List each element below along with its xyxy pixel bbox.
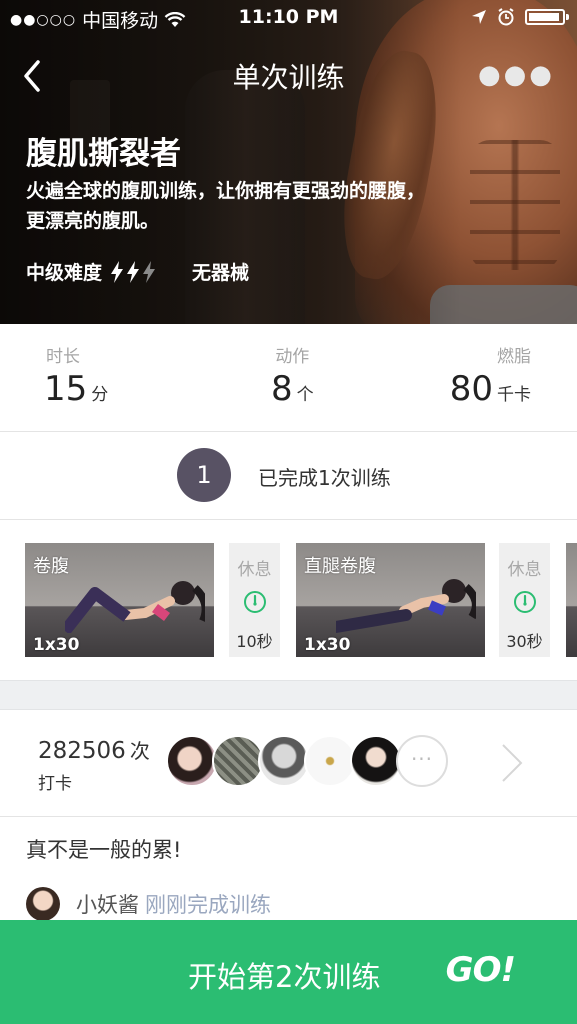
rest-label: 休息	[507, 560, 542, 580]
workout-meta: 中级难度 无器械	[26, 258, 249, 285]
feed-quote: 真不是一般的累!	[26, 838, 182, 862]
rest-time: 10秒	[236, 632, 273, 651]
lightning-bolt-icon	[111, 260, 124, 283]
battery-level	[529, 13, 560, 21]
rest-card: 休息 10秒	[229, 543, 280, 657]
stat-moves-value: 8个	[271, 369, 314, 409]
rest-time: 30秒	[506, 632, 543, 651]
exercise-reps: 1x30	[33, 635, 80, 655]
avatar[interactable]	[166, 735, 218, 787]
section-divider	[0, 680, 577, 710]
chevron-right-icon	[502, 744, 523, 782]
exercise-card-partial[interactable]	[566, 543, 577, 657]
status-right	[471, 8, 569, 26]
location-arrow-icon	[472, 10, 486, 24]
start-training-button[interactable]: 开始第2次训练 GO!	[0, 920, 577, 1024]
difficulty-bolts	[110, 260, 156, 283]
feed-user-name[interactable]: 小妖酱	[76, 889, 139, 919]
checkin-count-value: 282506	[38, 738, 126, 764]
exercise-list[interactable]: 卷腹 1x30 休息 10秒 直腿卷腹 1x30 休息 30秒	[0, 520, 577, 680]
calories-value: 80	[449, 369, 493, 409]
calories-unit: 千卡	[497, 385, 531, 405]
duration-unit: 分	[91, 385, 109, 405]
stat-moves-label: 动作	[275, 347, 310, 367]
more-avatars-button[interactable]: ···	[396, 735, 448, 787]
exercise-person-image	[65, 581, 205, 633]
completion-row: 1 已完成1次训练	[0, 432, 577, 520]
exercise-card[interactable]: 直腿卷腹 1x30	[296, 543, 485, 657]
exercise-card[interactable]: 卷腹 1x30	[25, 543, 214, 657]
go-label: GO!	[445, 950, 516, 990]
difficulty-label: 中级难度	[26, 262, 103, 284]
workout-description: 火遍全球的腹肌训练，让你拥有更强劲的腰腹，更漂亮的腹肌。	[26, 180, 426, 232]
avatar[interactable]	[304, 735, 356, 787]
lightning-bolt-icon	[143, 260, 156, 283]
completion-count-badge: 1	[177, 448, 231, 502]
completion-text: 已完成1次训练	[258, 466, 391, 490]
exercise-reps: 1x30	[304, 635, 351, 655]
checkin-count: 282506 次	[38, 735, 150, 764]
stat-duration: 时长 15 分	[44, 342, 108, 409]
stat-calories-label: 燃脂	[497, 347, 531, 367]
feed-user-action: 刚刚完成训练	[145, 893, 271, 917]
moves-unit: 个	[296, 385, 314, 405]
moves-value: 8	[271, 369, 293, 409]
feed-user-row[interactable]: 小妖酱 刚刚完成训练	[26, 886, 271, 922]
more-dots-icon[interactable]: ●●●	[478, 60, 555, 90]
timer-icon	[513, 591, 536, 613]
workout-stats: 时长 15 分 动作 8个 燃脂 80 千卡	[0, 324, 577, 432]
avatar[interactable]	[212, 735, 264, 787]
checkin-label: 打卡	[38, 774, 72, 794]
stat-duration-label: 时长	[46, 347, 80, 367]
lightning-bolt-icon	[127, 260, 140, 283]
stat-calories-value: 80 千卡	[450, 369, 531, 409]
timer-icon	[243, 591, 266, 613]
start-training-label: 开始第2次训练	[188, 960, 381, 994]
avatar[interactable]	[258, 735, 310, 787]
avatar[interactable]	[350, 735, 402, 787]
nav-bar: 单次训练 ●●●	[0, 52, 577, 96]
exercise-name: 直腿卷腹	[304, 556, 376, 577]
exercise-name: 卷腹	[33, 556, 69, 577]
workout-name: 腹肌撕裂者	[26, 136, 181, 172]
status-bar: ●●○○○ 中国移动 11:10 PM	[0, 0, 577, 36]
alarm-icon	[498, 8, 514, 26]
rest-label: 休息	[237, 560, 272, 580]
exercise-person-image	[336, 579, 476, 633]
duration-value: 15	[44, 369, 88, 409]
equipment-label: 无器械	[192, 262, 250, 284]
hero-banner: ●●○○○ 中国移动 11:10 PM 单次训练 ●●● 腹肌撕裂者 火遍全球的…	[0, 0, 577, 324]
stat-duration-value: 15 分	[44, 369, 108, 409]
checkin-avatars[interactable]: ···	[166, 735, 466, 789]
stat-moves: 动作 8个	[271, 342, 314, 409]
stat-calories: 燃脂 80 千卡	[450, 342, 531, 409]
checkin-row[interactable]: 282506 次 打卡 ···	[0, 709, 577, 817]
feed-user-avatar[interactable]	[26, 887, 60, 921]
battery-icon	[525, 9, 569, 25]
checkin-count-unit: 次	[129, 739, 150, 763]
rest-card: 休息 30秒	[499, 543, 550, 657]
